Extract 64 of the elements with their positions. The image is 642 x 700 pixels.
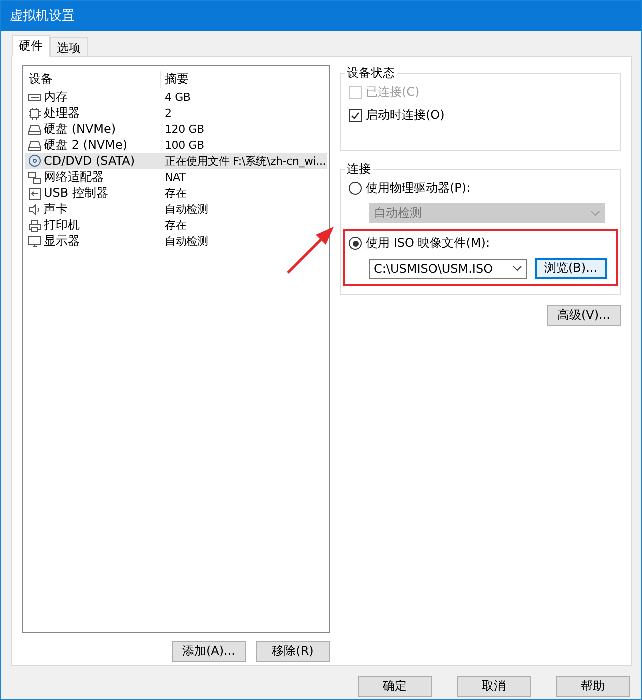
device-name: 声卡	[44, 201, 68, 218]
device-name: 打印机	[44, 217, 80, 234]
disk-drive-icon	[28, 138, 42, 152]
checkmark-icon	[351, 112, 360, 120]
device-row[interactable]: 硬盘 2 (NVMe) 100 GB	[25, 137, 327, 153]
iso-path-dropdown[interactable]: C:\USMISO\USM.ISO	[369, 258, 527, 278]
device-summary: 存在	[164, 218, 188, 233]
speaker-icon	[28, 202, 42, 216]
printer-icon	[28, 218, 42, 232]
chevron-down-icon	[513, 266, 522, 271]
help-button[interactable]: 帮助	[556, 676, 630, 697]
device-summary: 4 GB	[164, 91, 192, 104]
device-summary: 自动检测	[164, 202, 210, 217]
advanced-button[interactable]: 高级(V)...	[547, 305, 621, 326]
device-summary: 2	[164, 107, 173, 120]
radio-option[interactable]: 使用物理驱动器(P):	[349, 180, 612, 197]
checkbox-option[interactable]: 启动时连接(O)	[349, 107, 612, 124]
device-name: 内存	[44, 89, 68, 106]
device-row[interactable]: 打印机 存在	[25, 217, 327, 233]
device-name: 硬盘 (NVMe)	[44, 121, 116, 138]
cancel-button[interactable]: 取消	[457, 676, 531, 697]
group-title: 连接	[346, 161, 372, 178]
device-summary: 自动检测	[164, 234, 210, 249]
group-title: 设备状态	[346, 65, 396, 82]
network-icon	[28, 170, 42, 184]
chevron-down-icon	[591, 210, 600, 216]
device-name: 显示器	[44, 233, 80, 250]
add-button[interactable]: 添加(A)...	[172, 641, 246, 662]
cpu-icon	[28, 106, 42, 120]
tab[interactable]: 选项	[50, 37, 88, 57]
device-row[interactable]: 显示器 自动检测	[25, 233, 327, 249]
device-summary: 正在使用文件 F:\系统\zh-cn_wi...	[164, 154, 327, 168]
radio-button[interactable]	[349, 237, 362, 250]
device-row[interactable]: 内存 4 GB	[25, 89, 327, 105]
usb-icon	[28, 186, 42, 200]
window-title: 虚拟机设置	[1, 1, 641, 31]
device-summary: 100 GB	[164, 139, 206, 152]
remove-button[interactable]: 移除(R)	[256, 641, 330, 662]
device-name: 网络适配器	[44, 169, 104, 186]
column-header[interactable]: 设备	[25, 70, 161, 88]
disk-drive-icon	[28, 122, 42, 136]
device-name: 硬盘 2 (NVMe)	[44, 137, 128, 154]
device-row[interactable]: 声卡 自动检测	[25, 201, 327, 217]
device-summary: 120 GB	[164, 123, 206, 136]
device-row[interactable]: 硬盘 (NVMe) 120 GB	[25, 121, 327, 137]
device-row[interactable]: 网络适配器 NAT	[25, 169, 327, 185]
checkbox[interactable]	[349, 109, 362, 122]
browse-button[interactable]: 浏览(B)...	[535, 258, 607, 279]
device-summary: NAT	[164, 171, 188, 184]
disc-icon	[28, 154, 42, 168]
arrow	[286, 225, 336, 275]
radio-option[interactable]: 使用 ISO 映像文件(M):	[349, 235, 612, 252]
device-summary: 存在	[164, 186, 188, 201]
monitor-icon	[28, 234, 42, 248]
device-name: CD/DVD (SATA)	[44, 154, 136, 168]
column-header[interactable]: 摘要	[161, 70, 327, 88]
ok-button[interactable]: 确定	[358, 676, 432, 697]
device-row[interactable]: USB 控制器 存在	[25, 185, 327, 201]
radio-button[interactable]	[349, 182, 362, 195]
device-name: USB 控制器	[44, 185, 108, 202]
tab[interactable]: 硬件	[12, 35, 50, 57]
device-row[interactable]: 处理器 2	[25, 105, 327, 121]
device-name: 处理器	[44, 105, 80, 122]
device-row[interactable]: CD/DVD (SATA) 正在使用文件 F:\系统\zh-cn_wi...	[25, 153, 327, 169]
